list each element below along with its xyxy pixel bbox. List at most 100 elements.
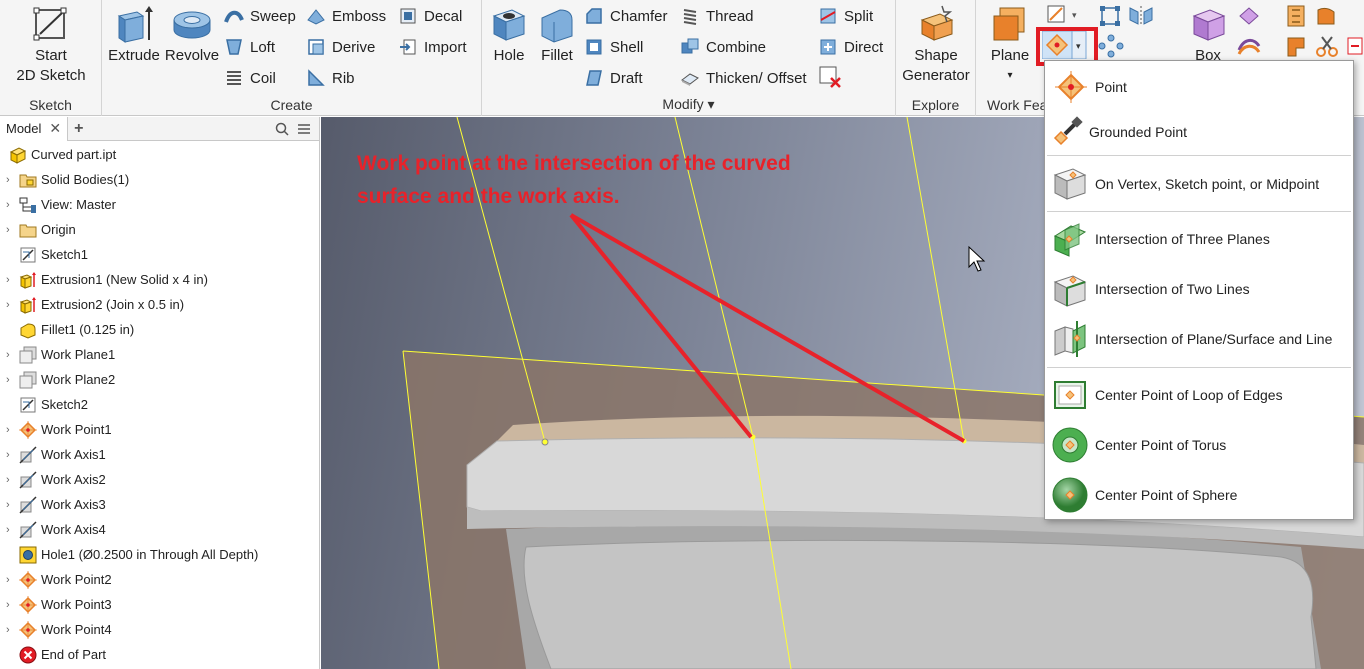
close-icon[interactable]: ✕ [49, 120, 61, 137]
expand-arrow-icon[interactable]: › [6, 499, 16, 511]
axis-button[interactable]: ▾ [1046, 4, 1080, 29]
tree-item-label: Work Axis4 [41, 522, 106, 537]
split-button[interactable]: Split [818, 3, 873, 29]
tree-item[interactable]: › Work Plane2 [0, 367, 115, 392]
thicken-offset-button[interactable]: Thicken/ Offset [680, 65, 807, 91]
expand-arrow-icon[interactable]: › [6, 474, 16, 486]
menu-item-label: On Vertex, Sketch point, or Midpoint [1095, 176, 1320, 192]
expand-arrow-icon[interactable]: › [6, 524, 16, 536]
rib-button[interactable]: Rib [306, 65, 355, 91]
menu-icon[interactable] [297, 123, 311, 135]
tree-item[interactable]: › Work Axis1 [0, 442, 106, 467]
tree-item[interactable]: Fillet1 (0.125 in) [0, 317, 134, 342]
surface-tool-button-1[interactable] [1236, 4, 1262, 31]
plastic-tool-button-2[interactable] [1314, 4, 1340, 31]
tree-item[interactable]: Curved part.ipt [0, 142, 116, 167]
expand-arrow-icon[interactable]: › [6, 424, 16, 436]
expand-arrow-icon[interactable]: › [6, 374, 16, 386]
surface-tool-button-2[interactable] [1236, 34, 1262, 61]
shell-button[interactable]: Shell [584, 34, 643, 60]
tree-item[interactable]: End of Part [0, 642, 106, 667]
sweep-button[interactable]: Sweep [224, 3, 296, 29]
tree-item[interactable]: › Work Point1 [0, 417, 112, 442]
split-label: Split [844, 7, 874, 25]
import-button[interactable]: Import [398, 34, 467, 60]
menu-item-point[interactable]: Point [1045, 71, 1353, 103]
tree-item[interactable]: Hole1 (Ø0.2500 in Through All Depth) [0, 542, 258, 567]
start-2d-sketch-button[interactable]: Start 2D Sketch [6, 4, 96, 86]
tree-item[interactable]: › Extrusion2 (Join x 0.5 in) [0, 292, 184, 317]
browser-tools [275, 122, 319, 136]
coil-button[interactable]: Coil [224, 65, 276, 91]
direct-button[interactable]: Direct [818, 34, 883, 60]
extrude-button[interactable]: Extrude [106, 4, 162, 66]
plastic-tool-button-1[interactable] [1284, 4, 1310, 31]
pattern-icon [1098, 34, 1124, 58]
shape-generator-button[interactable]: Shape Generator [898, 4, 974, 86]
expand-arrow-icon[interactable]: › [6, 274, 16, 286]
tab-model[interactable]: Model ✕ [0, 116, 69, 141]
draft-button[interactable]: Draft [584, 65, 643, 91]
add-tab-icon[interactable]: + [74, 120, 83, 138]
menu-item-label: Point [1095, 79, 1127, 95]
fillet-button[interactable]: Fillet [534, 4, 580, 66]
sketch-group-label: Sketch [29, 97, 72, 113]
box-button[interactable]: Box [1180, 4, 1236, 66]
pattern-button[interactable] [1098, 34, 1124, 61]
expand-arrow-icon[interactable]: › [6, 224, 16, 236]
emboss-button[interactable]: Emboss [306, 3, 386, 29]
thread-button[interactable]: Thread [680, 3, 754, 29]
delete-face-button[interactable] [818, 65, 842, 92]
tree-item[interactable]: › Extrusion1 (New Solid x 4 in) [0, 267, 208, 292]
menu-item-intersection-three-planes[interactable]: Intersection of Three Planes [1045, 217, 1353, 261]
hole-button[interactable]: Hole [486, 4, 532, 66]
decal-button[interactable]: Decal [398, 3, 462, 29]
search-icon[interactable] [275, 122, 289, 136]
plastic-tool-button-4[interactable] [1314, 34, 1340, 61]
expand-arrow-icon[interactable]: › [6, 199, 16, 211]
derive-button[interactable]: Derive [306, 34, 375, 60]
tree-item[interactable]: Sketch1 [0, 242, 88, 267]
expand-arrow-icon[interactable]: › [6, 174, 16, 186]
menu-item-intersection-plane-line[interactable]: Intersection of Plane/Surface and Line [1045, 317, 1353, 361]
menu-item-center-loop-edges[interactable]: Center Point of Loop of Edges [1045, 373, 1353, 417]
combine-button[interactable]: Combine [680, 34, 766, 60]
tree-item[interactable]: › Work Point4 [0, 617, 112, 642]
modify-group-label[interactable]: Modify ▾ [482, 96, 895, 113]
mirror-button[interactable] [1128, 4, 1154, 31]
expand-arrow-icon[interactable]: › [6, 299, 16, 311]
expand-arrow-icon[interactable]: › [6, 574, 16, 586]
ucs-button[interactable] [1098, 4, 1124, 31]
plastic-tool-button-3[interactable] [1284, 34, 1310, 61]
tree-item[interactable]: › Work Point3 [0, 592, 112, 617]
work-point-icon [18, 620, 38, 640]
plastic-tool-button-5[interactable] [1346, 34, 1364, 61]
expand-arrow-icon[interactable]: › [6, 599, 16, 611]
fillet-label: Fillet [541, 47, 573, 64]
tree-item[interactable]: › View: Master [0, 192, 116, 217]
work-point-marker-1[interactable] [541, 438, 549, 446]
loft-button[interactable]: Loft [224, 34, 275, 60]
menu-item-center-torus[interactable]: Center Point of Torus [1045, 423, 1353, 467]
tree-item[interactable]: › Solid Bodies(1) [0, 167, 129, 192]
direct-icon [820, 39, 836, 55]
tree-item[interactable]: › Origin [0, 217, 76, 242]
menu-item-center-sphere[interactable]: Center Point of Sphere [1045, 473, 1353, 517]
menu-item-intersection-two-lines[interactable]: Intersection of Two Lines [1045, 267, 1353, 311]
tree-item[interactable]: › Work Axis3 [0, 492, 106, 517]
chamfer-button[interactable]: Chamfer [584, 3, 668, 29]
menu-item-on-vertex[interactable]: On Vertex, Sketch point, or Midpoint [1045, 163, 1353, 205]
menu-item-grounded-point[interactable]: Grounded Point [1045, 115, 1353, 149]
tree-item[interactable]: › Work Plane1 [0, 342, 115, 367]
tree-item-label: Work Axis3 [41, 497, 106, 512]
tree-item[interactable]: › Work Point2 [0, 567, 112, 592]
tree-item[interactable]: Sketch2 [0, 392, 88, 417]
expand-arrow-icon[interactable]: › [6, 624, 16, 636]
plane-button[interactable]: Plane ▾ [982, 4, 1038, 86]
expand-arrow-icon[interactable]: › [6, 349, 16, 361]
tree-item[interactable]: › Work Axis2 [0, 467, 106, 492]
tree-item[interactable]: › Work Axis4 [0, 517, 106, 542]
expand-arrow-icon[interactable]: › [6, 449, 16, 461]
plane-dropdown-arrow[interactable]: ▾ [982, 66, 1038, 86]
revolve-button[interactable]: Revolve [164, 4, 220, 66]
